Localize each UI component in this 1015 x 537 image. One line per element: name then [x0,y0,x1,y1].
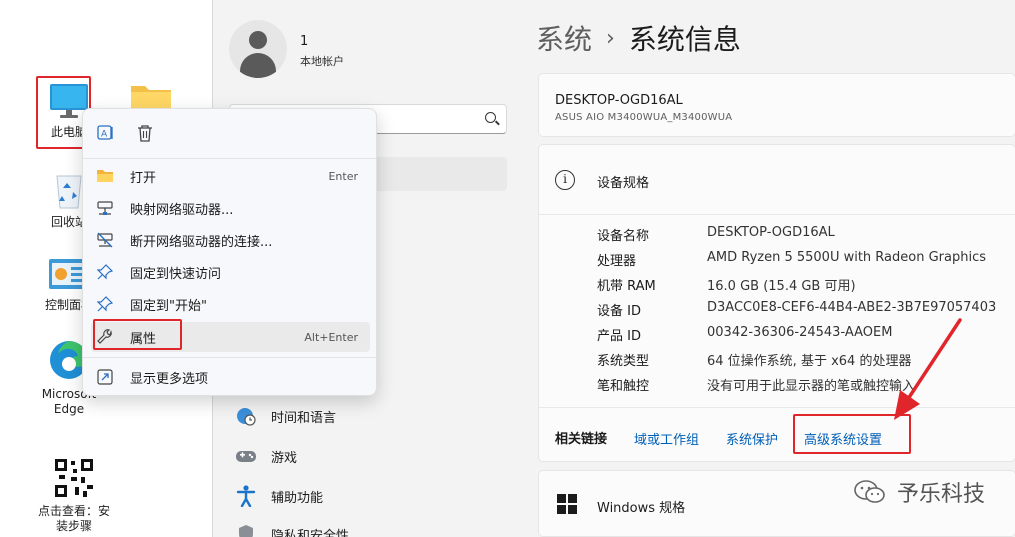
spec-value: DESKTOP-OGD16AL [707,225,835,240]
desktop-icon-label: 点击查看：安装步骤 [37,504,110,533]
menu-item-label: 映射网络驱动器... [130,202,234,218]
spec-key: 笔和触控 [597,379,650,394]
nav-item-accessibility[interactable]: 辅助功能 [235,484,323,508]
spec-row: 系统类型 64 位操作系统, 基于 x64 的处理器 [597,350,911,370]
pin-icon [96,263,114,281]
nav-item-label: 隐私和安全性 [271,528,350,537]
nav-item-time-language[interactable]: 时间和语言 [235,404,336,428]
menu-item-label: 固定到"开始" [130,298,207,314]
globe-clock-icon [235,405,257,427]
info-icon: i [555,170,575,190]
spec-key: 机带 RAM [597,279,656,294]
nav-item-label: 辅助功能 [271,490,324,506]
menu-item-shortcut: Alt+Enter [304,330,358,344]
watermark-text: 予乐科技 [896,482,985,507]
rename-icon[interactable]: A [96,123,116,143]
menu-item-shortcut: Enter [328,169,358,183]
folder-open-icon [96,167,114,185]
avatar-body-icon [240,53,276,78]
map-drive-icon [96,199,114,217]
context-menu: A 打开 Enter 映射网络驱动器... 断开网络驱动器的连接... 固定到快… [82,108,377,396]
desktop-icon-qr[interactable]: 点击查看：安装步骤 [34,457,114,534]
breadcrumb-parent[interactable]: 系统 [536,18,592,58]
spec-value: 00342-36306-24543-AAOEM [707,325,893,340]
device-name: DESKTOP-OGD16AL [555,93,683,108]
device-specs-header[interactable]: i 设备规格 [539,145,1015,215]
avatar-head-icon [249,31,267,49]
spec-key: 设备 ID [597,304,641,319]
windows-logo-icon [557,494,577,514]
pin-icon [96,295,114,313]
spec-value: AMD Ryzen 5 5500U with Radeon Graphics [707,250,987,265]
spec-row: 设备名称 DESKTOP-OGD16AL [597,225,835,245]
nav-item-label: 游戏 [271,450,298,466]
breadcrumb: 系统 › 系统信息 [536,18,741,58]
nav-item-privacy[interactable]: 隐私和安全性 [235,522,349,537]
search-icon[interactable] [485,112,496,123]
svg-text:A: A [101,130,108,140]
menu-item-label: 显示更多选项 [130,371,209,387]
menu-item-pin-start[interactable]: 固定到"开始" [91,289,370,319]
menu-item-map-drive[interactable]: 映射网络驱动器... [91,193,370,223]
menu-item-open[interactable]: 打开 Enter [91,161,370,191]
spec-row: 处理器 AMD Ryzen 5 5500U with Radeon Graphic… [597,250,986,270]
menu-item-label: 打开 [130,170,157,186]
nav-item-label: 时间和语言 [271,410,337,426]
spec-key: 系统类型 [597,354,650,369]
spec-value: 16.0 GB (15.4 GB 可用) [707,279,856,294]
wechat-icon [854,480,885,503]
device-specs-title: 设备规格 [597,176,650,191]
menu-item-pin-quick-access[interactable]: 固定到快速访问 [91,257,370,287]
gamepad-icon [235,445,257,467]
device-model: ASUS AIO M3400WUA_M3400WUA [555,112,733,123]
menu-item-disconnect-drive[interactable]: 断开网络驱动器的连接... [91,225,370,255]
spec-key: 产品 ID [597,329,641,344]
qr-code-icon [53,457,95,499]
disconnect-drive-icon [96,231,114,249]
user-name: 1 [300,34,309,49]
menu-item-label: 断开网络驱动器的连接... [130,234,273,250]
link-domain-workgroup[interactable]: 域或工作组 [634,429,699,448]
device-card: DESKTOP-OGD16AL ASUS AIO M3400WUA_M3400W… [538,73,1015,137]
highlight-box-properties [93,319,182,350]
windows-specs-title: Windows 规格 [597,501,686,516]
spec-key: 设备名称 [597,229,650,244]
page-title: 系统信息 [628,23,741,56]
accessibility-icon [235,485,257,507]
menu-item-label: 固定到快速访问 [130,266,222,282]
user-account-type: 本地帐户 [300,55,344,68]
menu-divider [83,357,376,358]
delete-icon[interactable] [135,123,155,143]
link-system-protection[interactable]: 系统保护 [726,429,778,448]
more-options-icon [96,368,114,386]
related-links-label: 相关链接 [555,432,608,447]
shield-icon [235,523,257,537]
red-arrow-annotation [894,318,962,420]
menu-item-show-more[interactable]: 显示更多选项 [91,362,370,392]
spec-row: 机带 RAM 16.0 GB (15.4 GB 可用) [597,275,856,295]
spec-key: 处理器 [597,254,637,269]
watermark: 予乐科技 [853,476,985,508]
nav-item-gaming[interactable]: 游戏 [235,444,297,468]
avatar[interactable] [229,20,287,78]
context-menu-toolbar: A [83,109,376,159]
breadcrumb-separator: › [606,25,615,51]
spec-row: 产品 ID 00342-36306-24543-AAOEM [597,325,892,345]
spec-row: 笔和触控 没有可用于此显示器的笔或触控输入 [597,375,915,395]
